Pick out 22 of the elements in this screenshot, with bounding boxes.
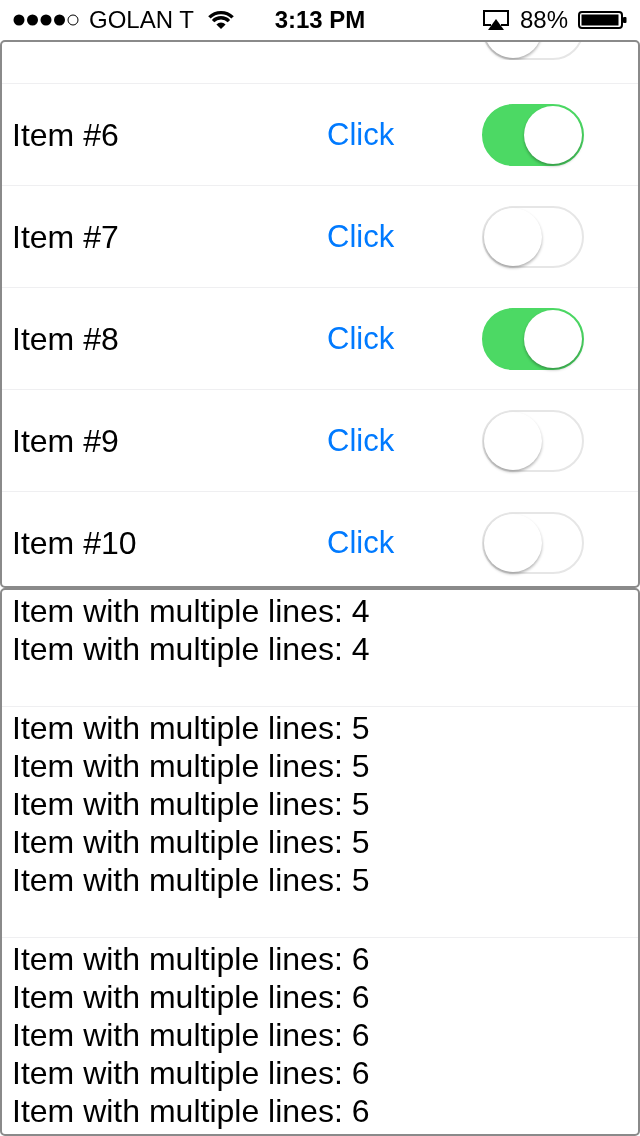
- click-link[interactable]: Click: [327, 425, 395, 456]
- carrier-name: GOLAN T: [89, 8, 194, 32]
- item-label: Item #8: [12, 322, 119, 355]
- status-time: 3:13 PM: [274, 8, 366, 32]
- signal-strength-icon: [13, 14, 79, 26]
- battery-percentage: 88%: [519, 8, 568, 32]
- multiline-item-label: Item with multiple lines: 4 Item with multiple lines: 4: [12, 592, 370, 668]
- item-label: Item #10: [12, 526, 137, 559]
- click-link[interactable]: Click: [327, 527, 395, 558]
- toggle-switch[interactable]: [482, 307, 584, 370]
- toggle-switch[interactable]: [482, 103, 584, 166]
- click-link[interactable]: Click: [327, 221, 395, 252]
- item-label: Item #9: [12, 424, 119, 457]
- click-link[interactable]: Click: [327, 119, 395, 150]
- item-label: Item #6: [12, 118, 119, 151]
- multiline-item-label: Item with multiple lines: 5 Item with multiple lines: 5 Item with multiple lines: 5 Item with multiple lines: 5 Item with multiple lines: 5: [12, 709, 370, 899]
- wifi-icon: [207, 10, 234, 30]
- airplay-icon: [481, 9, 510, 31]
- item-label: Item #7: [12, 220, 119, 253]
- battery-icon: [578, 11, 627, 29]
- multiline-item-label: Item with multiple lines: 6 Item with multiple lines: 6 Item with multiple lines: 6 Item with multiple lines: 6 Item with multiple lines: 6: [12, 940, 370, 1130]
- click-link[interactable]: Click: [327, 323, 395, 354]
